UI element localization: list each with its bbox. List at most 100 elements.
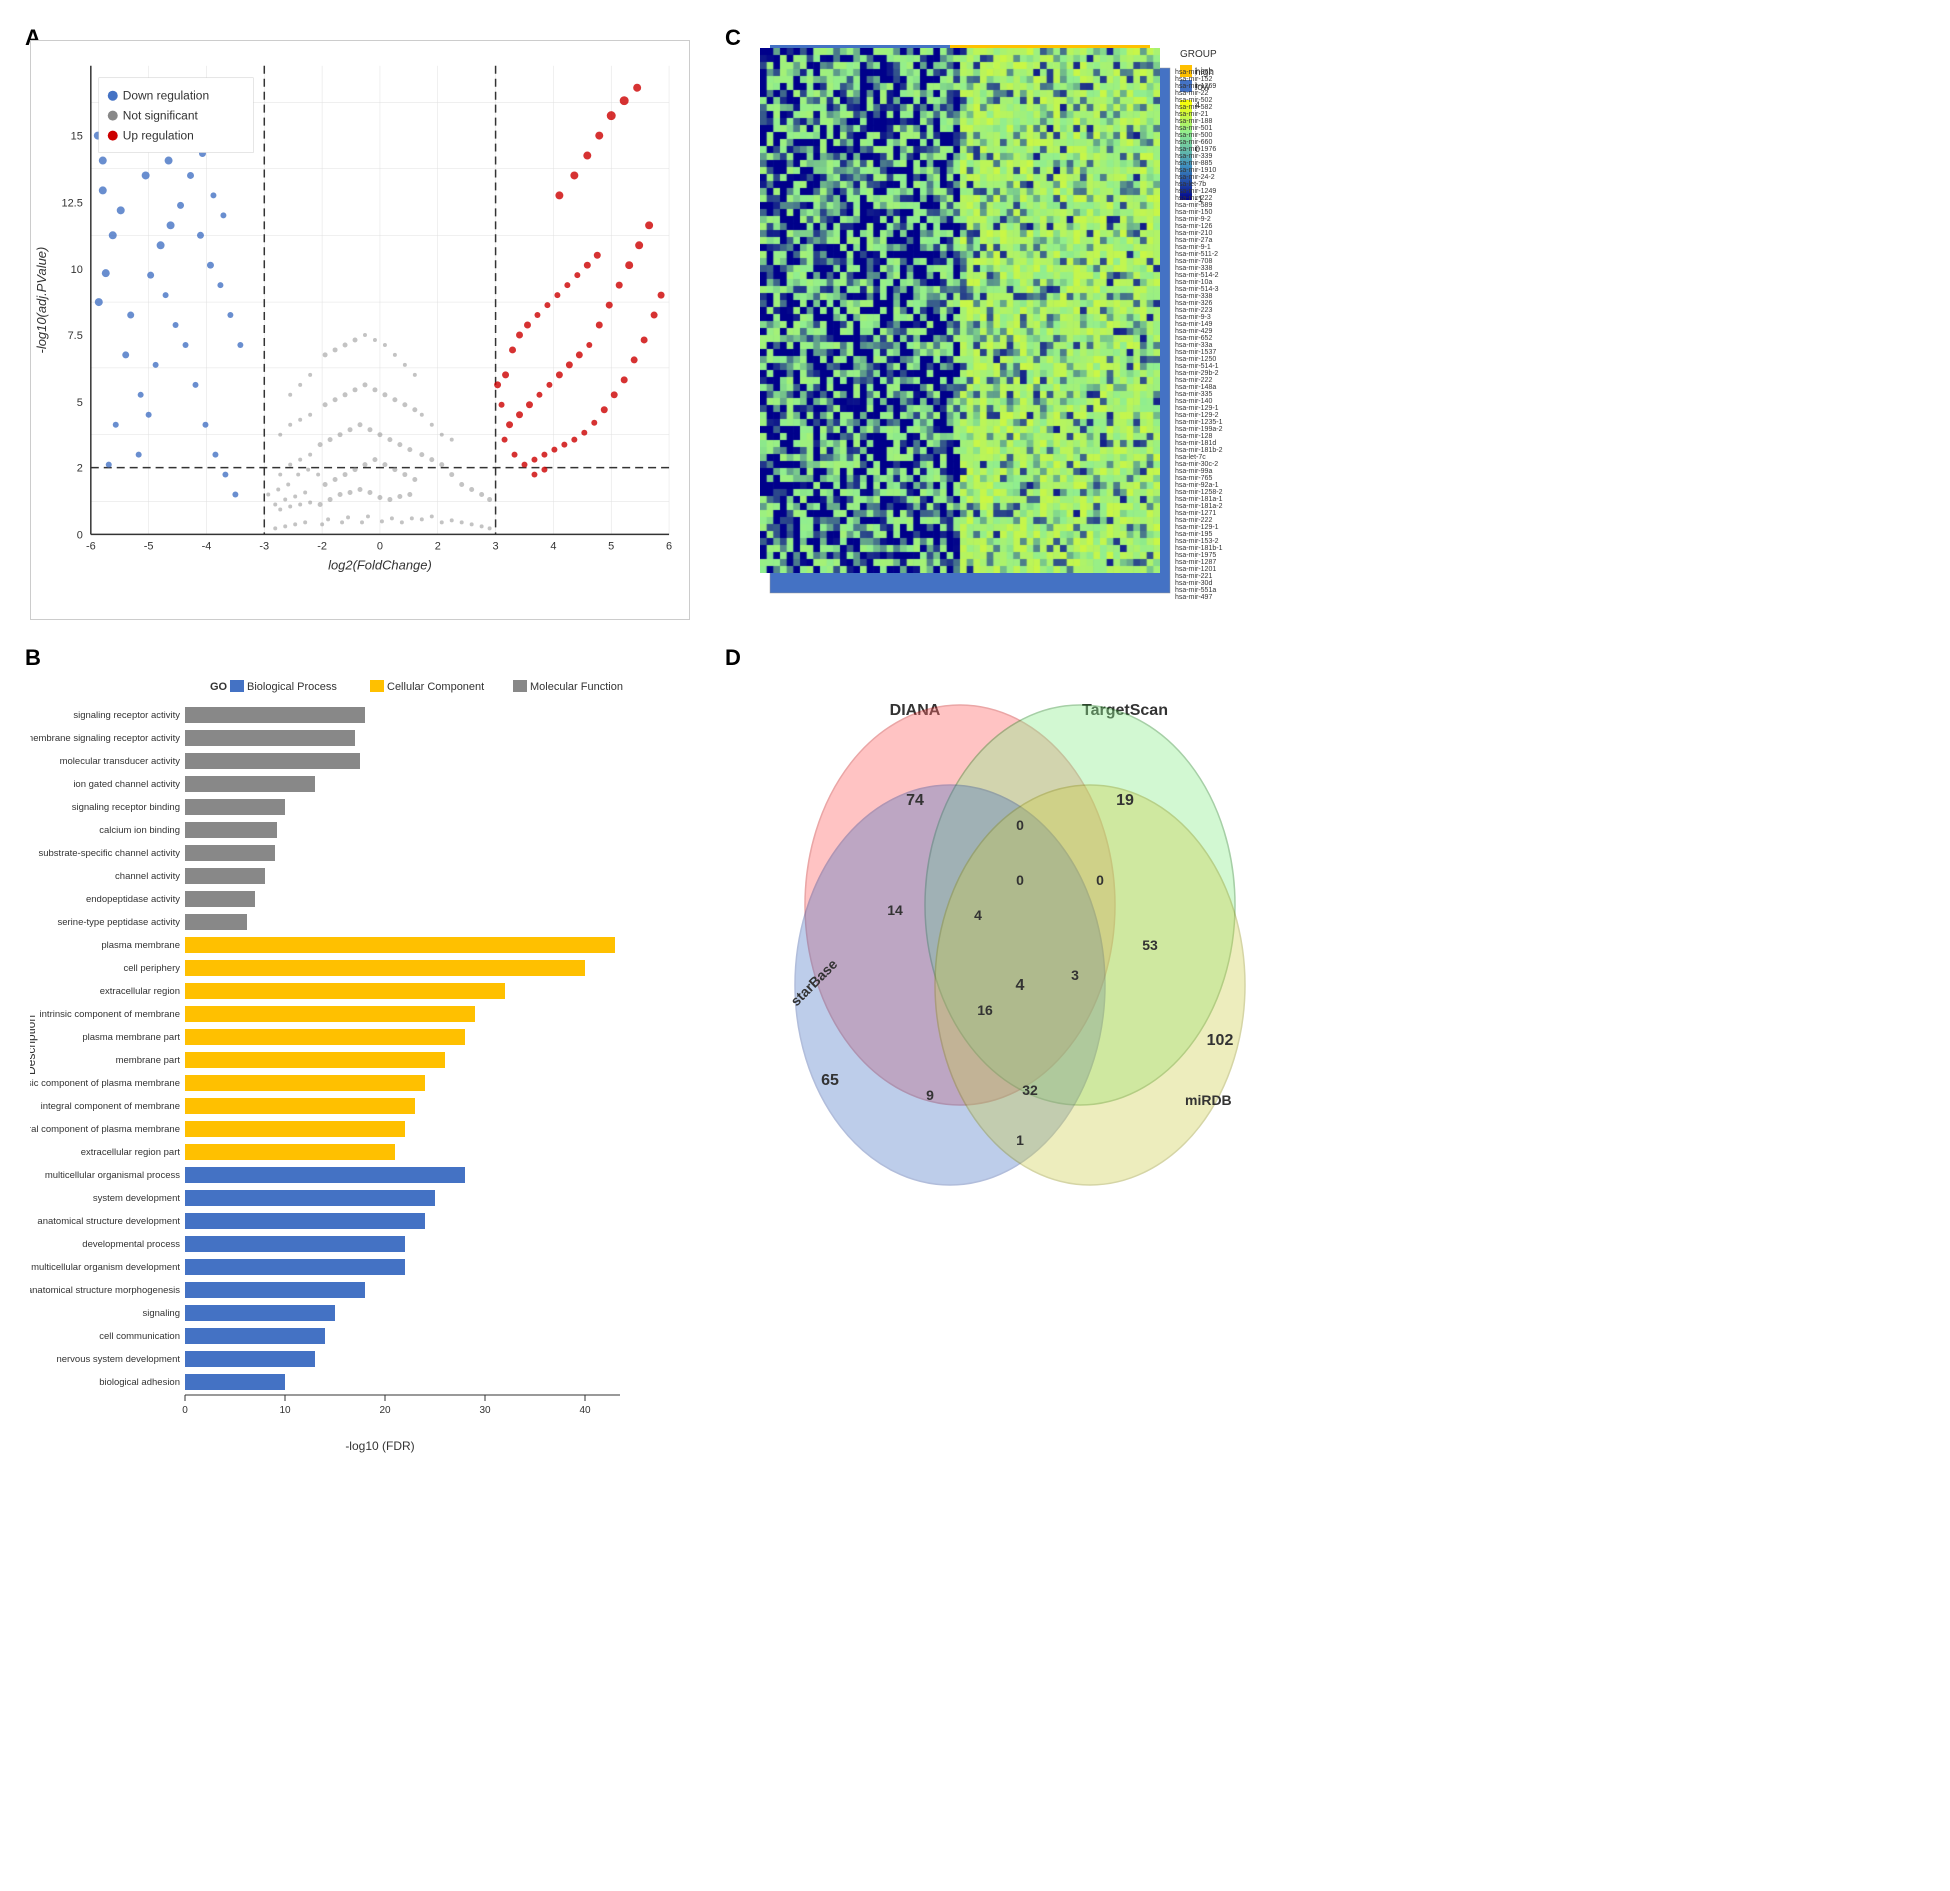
svg-text:0: 0 bbox=[77, 529, 83, 541]
svg-text:multicellular organismal proce: multicellular organismal process bbox=[45, 1170, 180, 1181]
panel-d-label: D bbox=[725, 645, 741, 671]
svg-text:hsa-mir-223: hsa-mir-223 bbox=[1175, 307, 1212, 314]
svg-text:hsa-mir-222: hsa-mir-222 bbox=[1175, 517, 1212, 524]
svg-text:hsa-mir-210: hsa-mir-210 bbox=[1175, 230, 1212, 237]
svg-text:Biological Process: Biological Process bbox=[247, 681, 337, 693]
svg-text:GROUP: GROUP bbox=[1180, 49, 1217, 60]
svg-text:4: 4 bbox=[1016, 977, 1025, 994]
svg-text:hsa-mir-222: hsa-mir-222 bbox=[1175, 377, 1212, 384]
svg-text:hsa-mir-30c-2: hsa-mir-30c-2 bbox=[1175, 461, 1218, 468]
svg-text:hsa-mir-99a: hsa-mir-99a bbox=[1175, 468, 1212, 475]
svg-text:hsa-mir-199a-2: hsa-mir-199a-2 bbox=[1175, 426, 1223, 433]
svg-text:2: 2 bbox=[77, 463, 83, 475]
svg-text:hsa-mir-338: hsa-mir-338 bbox=[1175, 293, 1212, 300]
svg-text:miRDB: miRDB bbox=[1185, 1092, 1232, 1108]
heatmap-body bbox=[760, 48, 1160, 573]
svg-text:hsa-mir-708: hsa-mir-708 bbox=[1175, 258, 1212, 265]
svg-text:hsa-mir-1975: hsa-mir-1975 bbox=[1175, 552, 1216, 559]
svg-text:hsa-mir-9-2: hsa-mir-9-2 bbox=[1175, 216, 1211, 223]
svg-text:hsa-mir-222: hsa-mir-222 bbox=[1175, 195, 1212, 202]
svg-text:5: 5 bbox=[77, 397, 83, 409]
svg-text:intrinsic component of membran: intrinsic component of membrane bbox=[40, 1009, 180, 1020]
svg-text:hsa-mir-181a-2: hsa-mir-181a-2 bbox=[1175, 503, 1223, 510]
svg-text:hsa-mir-181d: hsa-mir-181d bbox=[1175, 440, 1216, 447]
svg-text:Up regulation: Up regulation bbox=[123, 129, 194, 143]
svg-text:hsa-mir-188: hsa-mir-188 bbox=[1175, 118, 1212, 125]
svg-text:-log10(adj.PValue): -log10(adj.PValue) bbox=[34, 247, 49, 354]
svg-text:hsa-mir-9-1: hsa-mir-9-1 bbox=[1175, 244, 1211, 251]
svg-text:Not significant: Not significant bbox=[123, 109, 199, 123]
svg-text:hsa-mir-22: hsa-mir-22 bbox=[1175, 90, 1209, 97]
svg-text:-5: -5 bbox=[144, 540, 154, 552]
svg-text:hsa-mir-1271: hsa-mir-1271 bbox=[1175, 510, 1216, 517]
svg-text:hsa-mir-129-2: hsa-mir-129-2 bbox=[1175, 412, 1219, 419]
svg-text:hsa-mir-582: hsa-mir-582 bbox=[1175, 104, 1212, 111]
svg-text:-log10 (FDR): -log10 (FDR) bbox=[345, 1439, 414, 1453]
svg-text:signaling: signaling bbox=[143, 1308, 181, 1319]
svg-text:hsa-mir-149: hsa-mir-149 bbox=[1175, 321, 1212, 328]
svg-text:0: 0 bbox=[182, 1405, 188, 1416]
svg-text:hsa-mir-128: hsa-mir-128 bbox=[1175, 433, 1212, 440]
svg-text:hsa-mir-765: hsa-mir-765 bbox=[1175, 475, 1212, 482]
svg-text:integral component of membrane: integral component of membrane bbox=[41, 1101, 180, 1112]
svg-text:-3: -3 bbox=[259, 540, 269, 552]
svg-text:4: 4 bbox=[974, 907, 982, 923]
svg-text:biological adhesion: biological adhesion bbox=[99, 1377, 180, 1388]
svg-text:hsa-mir-652: hsa-mir-652 bbox=[1175, 335, 1212, 342]
svg-text:hsa-mir-129-1: hsa-mir-129-1 bbox=[1175, 405, 1219, 412]
svg-text:hsa-mir-27a: hsa-mir-27a bbox=[1175, 237, 1212, 244]
svg-text:3: 3 bbox=[1071, 967, 1079, 983]
panel-d: D DIANA TargetScan starBase miRDB bbox=[720, 640, 1930, 1470]
svg-text:102: 102 bbox=[1207, 1032, 1234, 1049]
volcano-plot: 0 2 5 7.5 10 12.5 15 -6 -5 -4 -3 -2 0 2 … bbox=[30, 40, 690, 620]
panel-c: C GROUP high low bbox=[720, 20, 1930, 640]
svg-text:cell periphery: cell periphery bbox=[124, 963, 181, 974]
svg-text:hsa-mir-514-2: hsa-mir-514-2 bbox=[1175, 272, 1219, 279]
svg-text:hsa-mir-33a: hsa-mir-33a bbox=[1175, 342, 1212, 349]
svg-text:hsa-mir-140: hsa-mir-140 bbox=[1175, 398, 1212, 405]
svg-text:hsa-mir-500: hsa-mir-500 bbox=[1175, 132, 1212, 139]
svg-text:hsa-mir-1269: hsa-mir-1269 bbox=[1175, 83, 1216, 90]
svg-text:0: 0 bbox=[1096, 872, 1104, 888]
svg-text:74: 74 bbox=[906, 792, 924, 809]
svg-text:hsa-mir-1537: hsa-mir-1537 bbox=[1175, 349, 1216, 356]
svg-text:hsa-mir-1201: hsa-mir-1201 bbox=[1175, 566, 1216, 573]
svg-text:GO: GO bbox=[210, 681, 228, 693]
panel-b: B Biological Process Cellular Component … bbox=[20, 640, 720, 1470]
svg-text:hsa-mir-126: hsa-mir-126 bbox=[1175, 223, 1212, 230]
svg-text:hsa-mir-514-3: hsa-mir-514-3 bbox=[1175, 286, 1219, 293]
panel-a: A bbox=[20, 20, 720, 640]
svg-text:hsa-mir-1258-2: hsa-mir-1258-2 bbox=[1175, 489, 1223, 496]
svg-text:ion gated channel activity: ion gated channel activity bbox=[73, 779, 180, 790]
svg-text:hsa-mir-1250: hsa-mir-1250 bbox=[1175, 356, 1216, 363]
svg-text:14: 14 bbox=[887, 902, 903, 918]
svg-text:developmental process: developmental process bbox=[82, 1239, 180, 1250]
svg-text:hsa-mir-181b-2: hsa-mir-181b-2 bbox=[1175, 447, 1223, 454]
svg-text:cell communication: cell communication bbox=[99, 1331, 180, 1342]
svg-text:32: 32 bbox=[1022, 1082, 1038, 1098]
svg-text:hsa-mir-514-1: hsa-mir-514-1 bbox=[1175, 363, 1219, 370]
panel-b-label: B bbox=[25, 645, 41, 671]
svg-text:plasma membrane: plasma membrane bbox=[101, 940, 180, 951]
svg-text:0: 0 bbox=[1016, 817, 1024, 833]
svg-text:substrate-specific channel act: substrate-specific channel activity bbox=[38, 848, 180, 859]
svg-text:hsa-mir-511-2: hsa-mir-511-2 bbox=[1175, 251, 1218, 258]
svg-text:0: 0 bbox=[1016, 872, 1024, 888]
svg-text:hsa-mir-153-2: hsa-mir-153-2 bbox=[1175, 538, 1219, 545]
svg-text:Description: Description bbox=[30, 1015, 38, 1075]
svg-text:hsa-mir-501: hsa-mir-501 bbox=[1175, 125, 1212, 132]
svg-text:hsa-mir-129-1: hsa-mir-129-1 bbox=[1175, 524, 1219, 531]
svg-text:3: 3 bbox=[493, 540, 499, 552]
svg-text:hsa-mir-326: hsa-mir-326 bbox=[1175, 300, 1212, 307]
svg-text:hsa-mir-1976: hsa-mir-1976 bbox=[1175, 146, 1216, 153]
svg-text:hsa-mir-429: hsa-mir-429 bbox=[1175, 328, 1212, 335]
svg-text:log2(FoldChange): log2(FoldChange) bbox=[328, 557, 432, 572]
svg-text:hsa-let-7c: hsa-let-7c bbox=[1175, 454, 1206, 461]
svg-text:-2: -2 bbox=[317, 540, 327, 552]
svg-text:hsa-mir-150: hsa-mir-150 bbox=[1175, 209, 1212, 216]
svg-text:hsa-mir-589: hsa-mir-589 bbox=[1175, 202, 1212, 209]
svg-text:20: 20 bbox=[379, 1405, 391, 1416]
svg-text:hsa-mir-1235-1: hsa-mir-1235-1 bbox=[1175, 419, 1223, 426]
svg-text:nervous system development: nervous system development bbox=[56, 1354, 180, 1365]
svg-text:12.5: 12.5 bbox=[62, 197, 83, 209]
